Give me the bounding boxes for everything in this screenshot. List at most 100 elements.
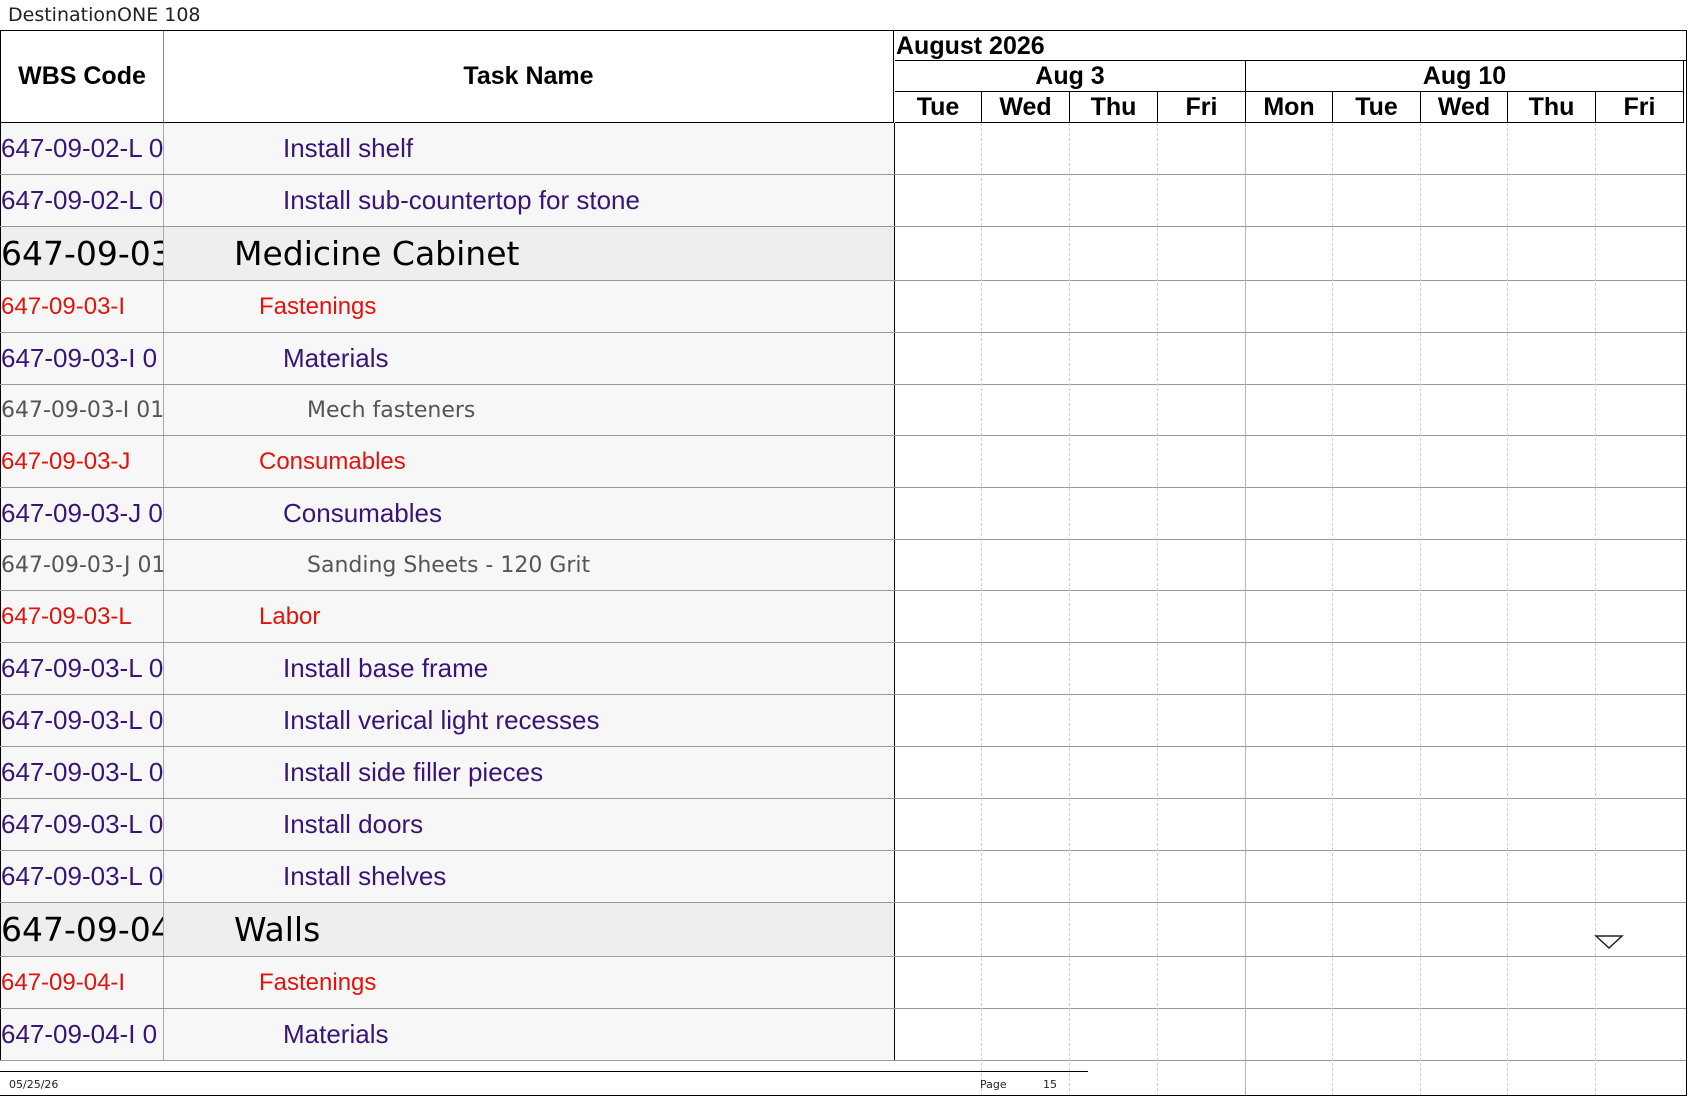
document-title: DestinationONE 108 xyxy=(8,4,201,26)
wbs-cell[interactable]: 647-09-03-L xyxy=(0,591,164,642)
task-name: Materials xyxy=(283,1019,389,1049)
timescale-week: Aug 10 xyxy=(1246,61,1684,92)
wbs-cell[interactable]: 647-09-04 xyxy=(0,903,164,956)
wbs-cell[interactable]: 647-09-04-I 0 xyxy=(0,1009,164,1060)
timescale-day: Wed xyxy=(1421,92,1508,123)
gridline xyxy=(1332,123,1333,1096)
wbs-cell[interactable]: 647-09-03-L 0 xyxy=(0,799,164,850)
wbs-code: 647-09-02-L 0 xyxy=(1,185,164,215)
gridline xyxy=(1595,123,1596,1096)
footer-page-label: Page xyxy=(980,1078,1007,1091)
task-row[interactable]: 647-09-03-J 0 Consumables xyxy=(0,488,1687,540)
wbs-cell[interactable]: 647-09-02-L 0 xyxy=(0,123,164,174)
task-row[interactable]: 647-09-03-L Labor xyxy=(0,591,1687,643)
task-name: Mech fasteners xyxy=(307,397,476,423)
timescale-day: Mon xyxy=(1246,92,1333,123)
task-column-header[interactable]: Task Name xyxy=(164,31,894,123)
wbs-header-label: WBS Code xyxy=(18,62,146,90)
wbs-cell[interactable]: 647-09-03 xyxy=(0,227,164,280)
wbs-code: 647-09-03-I 01 xyxy=(1,397,164,423)
task-row[interactable]: 647-09-03-L 0 Install base frame xyxy=(0,643,1687,695)
wbs-column-header[interactable]: WBS Code xyxy=(0,31,164,123)
wbs-code: 647-09-03-J xyxy=(1,447,131,475)
task-row[interactable]: 647-09-03-L 0 Install side filler pieces xyxy=(0,747,1687,799)
wbs-code: 647-09-03-L xyxy=(1,602,132,630)
task-row[interactable]: 647-09-03-J 01 Sanding Sheets - 120 Grit xyxy=(0,540,1687,591)
task-name-cell[interactable]: Consumables xyxy=(164,488,895,539)
task-name: Install verical light recesses xyxy=(283,705,600,735)
summary-row[interactable]: 647-09-03 Medicine Cabinet xyxy=(0,227,1687,281)
timescale-day: Thu xyxy=(1070,92,1158,123)
wbs-cell[interactable]: 647-09-03-L 0 xyxy=(0,747,164,798)
task-name-cell[interactable]: Install doors xyxy=(164,799,895,850)
footer-page-number: 15 xyxy=(1043,1078,1057,1091)
timescale-week: Aug 3 xyxy=(895,61,1246,92)
task-name-cell[interactable]: Sanding Sheets - 120 Grit xyxy=(164,540,895,590)
task-name-cell[interactable]: Medicine Cabinet xyxy=(164,227,895,280)
task-name-cell[interactable]: Materials xyxy=(164,1009,895,1060)
task-name: Install shelf xyxy=(283,133,414,163)
wbs-cell[interactable]: 647-09-03-J 01 xyxy=(0,540,164,590)
task-name-cell[interactable]: Mech fasteners xyxy=(164,385,895,435)
task-name: Consumables xyxy=(283,498,442,528)
task-name-cell[interactable]: Install verical light recesses xyxy=(164,695,895,746)
task-row[interactable]: 647-09-03-I 01 Mech fasteners xyxy=(0,385,1687,436)
wbs-code: 647-09-03-I xyxy=(1,292,126,320)
task-row[interactable]: 647-09-03-I Fastenings xyxy=(0,281,1687,333)
wbs-code: 647-09-04 xyxy=(1,910,164,949)
timescale-day: Wed xyxy=(982,92,1070,123)
task-name: Materials xyxy=(283,343,389,373)
task-name: Walls xyxy=(234,910,321,949)
task-row[interactable]: 647-09-02-L 0 Install sub-countertop for … xyxy=(0,175,1687,227)
wbs-code: 647-09-02-L 0 xyxy=(1,133,164,163)
wbs-cell[interactable]: 647-09-03-L 0 xyxy=(0,851,164,902)
task-name-cell[interactable]: Install shelf xyxy=(164,123,895,174)
task-name-cell[interactable]: Install side filler pieces xyxy=(164,747,895,798)
task-row[interactable]: 647-09-03-J Consumables xyxy=(0,436,1687,488)
task-row[interactable]: 647-09-02-L 0 Install shelf xyxy=(0,123,1687,175)
summary-marker-icon[interactable] xyxy=(1594,934,1624,950)
timescale-day: Fri xyxy=(1596,92,1684,123)
wbs-code: 647-09-03-J 01 xyxy=(1,552,164,578)
task-name-cell[interactable]: Consumables xyxy=(164,436,895,487)
task-name-cell[interactable]: Install sub-countertop for stone xyxy=(164,175,895,226)
task-name: Install side filler pieces xyxy=(283,757,544,787)
task-name: Install doors xyxy=(283,809,424,839)
task-row[interactable]: 647-09-03-L 0 Install verical light reces… xyxy=(0,695,1687,747)
task-name-cell[interactable]: Install base frame xyxy=(164,643,895,694)
footer-rule xyxy=(0,1071,1088,1072)
week-gridline xyxy=(1245,123,1246,1096)
task-name-cell[interactable]: Fastenings xyxy=(164,957,895,1008)
timescale-month: August 2026 xyxy=(895,31,1687,61)
gridline xyxy=(1069,123,1070,1096)
wbs-cell[interactable]: 647-09-03-I 01 xyxy=(0,385,164,435)
wbs-cell[interactable]: 647-09-03-L 0 xyxy=(0,643,164,694)
task-name-cell[interactable]: Install shelves xyxy=(164,851,895,902)
task-name: Fastenings xyxy=(259,292,377,320)
task-row[interactable]: 647-09-03-L 0 Install doors xyxy=(0,799,1687,851)
wbs-cell[interactable]: 647-09-04-I xyxy=(0,957,164,1008)
task-name: Fastenings xyxy=(259,968,377,996)
wbs-cell[interactable]: 647-09-03-I 0 xyxy=(0,333,164,384)
wbs-code: 647-09-03-J 0 xyxy=(1,498,163,528)
task-name-cell[interactable]: Materials xyxy=(164,333,895,384)
wbs-cell[interactable]: 647-09-03-J 0 xyxy=(0,488,164,539)
gridline xyxy=(1157,123,1158,1096)
task-row[interactable]: 647-09-04-I Fastenings xyxy=(0,957,1687,1009)
task-row[interactable]: 647-09-04-I 0 Materials xyxy=(0,1009,1687,1061)
wbs-cell[interactable]: 647-09-03-L 0 xyxy=(0,695,164,746)
summary-row[interactable]: 647-09-04 Walls xyxy=(0,903,1687,957)
wbs-code: 647-09-03-L 0 xyxy=(1,861,164,891)
task-row[interactable]: 647-09-03-L 0 Install shelves xyxy=(0,851,1687,903)
wbs-cell[interactable]: 647-09-03-J xyxy=(0,436,164,487)
task-name-cell[interactable]: Labor xyxy=(164,591,895,642)
gridline xyxy=(1420,123,1421,1096)
timescale-day: Thu xyxy=(1508,92,1596,123)
task-name-cell[interactable]: Fastenings xyxy=(164,281,895,332)
wbs-code: 647-09-03-L 0 xyxy=(1,757,164,787)
wbs-cell[interactable]: 647-09-02-L 0 xyxy=(0,175,164,226)
task-name-cell[interactable]: Walls xyxy=(164,903,895,956)
task-row[interactable]: 647-09-03-I 0 Materials xyxy=(0,333,1687,385)
sheet-bottom-border xyxy=(0,1095,1687,1096)
wbs-cell[interactable]: 647-09-03-I xyxy=(0,281,164,332)
